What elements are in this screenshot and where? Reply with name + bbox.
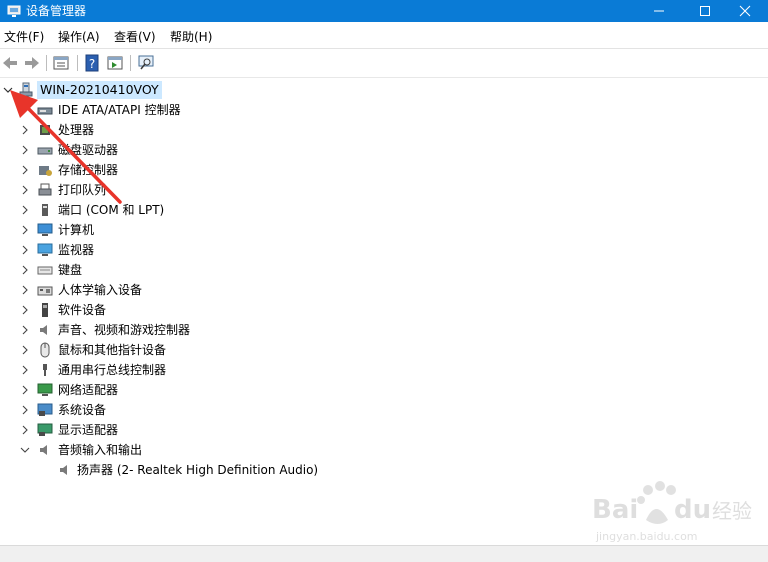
- baidu-jingyan-watermark: Bai du 经验 jingyan.baidu.com: [592, 481, 752, 543]
- tree-category-label: 监视器: [58, 243, 95, 257]
- tree-category-label: 音频输入和输出: [58, 443, 143, 457]
- chevron-right-icon[interactable]: [20, 405, 30, 415]
- device-manager-app-icon: [7, 5, 21, 17]
- tree-category-row[interactable]: 鼠标和其他指针设备: [0, 340, 768, 360]
- usb-icon: [43, 364, 47, 376]
- action-pane-icon[interactable]: [105, 53, 125, 73]
- back-arrow-icon[interactable]: [0, 53, 20, 73]
- tree-category-row[interactable]: 声音、视频和游戏控制器: [0, 320, 768, 340]
- tree-category-row[interactable]: 键盘: [0, 260, 768, 280]
- tree-category-label: 计算机: [58, 223, 95, 237]
- menu-help[interactable]: 帮助(H): [170, 30, 212, 44]
- computer-icon: [37, 223, 53, 236]
- tree-category-row[interactable]: 人体学输入设备: [0, 280, 768, 300]
- hid-icon: [37, 286, 53, 296]
- tree-category-label: 显示适配器: [58, 423, 119, 437]
- tree-device-label: 扬声器 (2- Realtek High Definition Audio): [77, 463, 319, 477]
- toolbar-divider: [130, 55, 131, 71]
- minimize-icon: [654, 10, 664, 12]
- software-device-icon: [42, 303, 48, 317]
- svg-text:Bai: Bai: [592, 495, 638, 525]
- close-icon: [739, 5, 751, 17]
- scan-hardware-icon[interactable]: [136, 53, 156, 73]
- keyboard-icon: [37, 266, 53, 275]
- svg-text:经验: 经验: [712, 499, 752, 523]
- tree-category-row[interactable]: 通用串行总线控制器: [0, 360, 768, 380]
- chevron-right-icon[interactable]: [20, 285, 30, 295]
- monitor-icon: [37, 243, 53, 256]
- svg-text:du: du: [674, 495, 711, 525]
- chevron-right-icon[interactable]: [20, 245, 30, 255]
- mouse-icon: [40, 342, 50, 358]
- toolbar: ?: [0, 49, 768, 77]
- audio-io-icon: [40, 445, 47, 455]
- window-title: 设备管理器: [26, 4, 87, 18]
- sound-icon: [40, 325, 47, 335]
- chevron-down-icon[interactable]: [20, 445, 30, 455]
- tree-category-label: 人体学输入设备: [58, 283, 143, 297]
- red-arrow-annotation: [10, 90, 122, 204]
- system-device-icon: [37, 403, 53, 416]
- tree-category-label: 声音、视频和游戏控制器: [58, 323, 191, 337]
- tree-category-label: 鼠标和其他指针设备: [58, 343, 167, 357]
- menu-action[interactable]: 操作(A): [58, 30, 100, 44]
- tree-category-label: 键盘: [58, 263, 83, 277]
- tree-category-row[interactable]: 显示适配器: [0, 420, 768, 440]
- tree-category-row[interactable]: 软件设备: [0, 300, 768, 320]
- tree-category-row[interactable]: 系统设备: [0, 400, 768, 420]
- properties-icon[interactable]: [51, 53, 71, 73]
- help-icon[interactable]: ?: [82, 53, 102, 73]
- chevron-right-icon[interactable]: [20, 265, 30, 275]
- tree-category-row[interactable]: 计算机: [0, 220, 768, 240]
- display-adapter-icon: [37, 423, 53, 436]
- network-adapter-icon: [37, 383, 53, 396]
- menu-bar: 文件(F) 操作(A) 查看(V) 帮助(H): [0, 26, 768, 48]
- chevron-right-icon[interactable]: [20, 365, 30, 375]
- svg-text:jingyan.baidu.com: jingyan.baidu.com: [595, 530, 698, 543]
- menu-view[interactable]: 查看(V): [114, 30, 156, 44]
- tree-category-label: 网络适配器: [58, 383, 119, 397]
- minimize-button[interactable]: [636, 0, 682, 22]
- chevron-right-icon[interactable]: [20, 385, 30, 395]
- svg-text:?: ?: [89, 57, 95, 71]
- toolbar-bottom-divider: [0, 77, 768, 78]
- tree-category-label: 软件设备: [58, 303, 107, 317]
- close-button[interactable]: [722, 0, 768, 22]
- toolbar-divider: [77, 55, 78, 71]
- chevron-right-icon[interactable]: [20, 225, 30, 235]
- tree-category-row[interactable]: 音频输入和输出: [0, 440, 768, 460]
- tree-category-row[interactable]: 监视器: [0, 240, 768, 260]
- tree-category-label: 通用串行总线控制器: [58, 363, 167, 377]
- title-bar: 设备管理器: [0, 0, 768, 22]
- tree-category-row[interactable]: 网络适配器: [0, 380, 768, 400]
- tree-device-row[interactable]: 扬声器 (2- Realtek High Definition Audio): [0, 460, 768, 480]
- maximize-icon: [700, 6, 710, 16]
- menu-file[interactable]: 文件(F): [4, 30, 44, 44]
- toolbar-divider: [46, 55, 47, 71]
- chevron-right-icon[interactable]: [20, 325, 30, 335]
- chevron-right-icon[interactable]: [20, 305, 30, 315]
- speaker-icon: [60, 465, 67, 475]
- tree-category-label: 系统设备: [58, 403, 107, 417]
- chevron-right-icon[interactable]: [20, 345, 30, 355]
- forward-arrow-icon[interactable]: [22, 53, 42, 73]
- chevron-right-icon[interactable]: [20, 425, 30, 435]
